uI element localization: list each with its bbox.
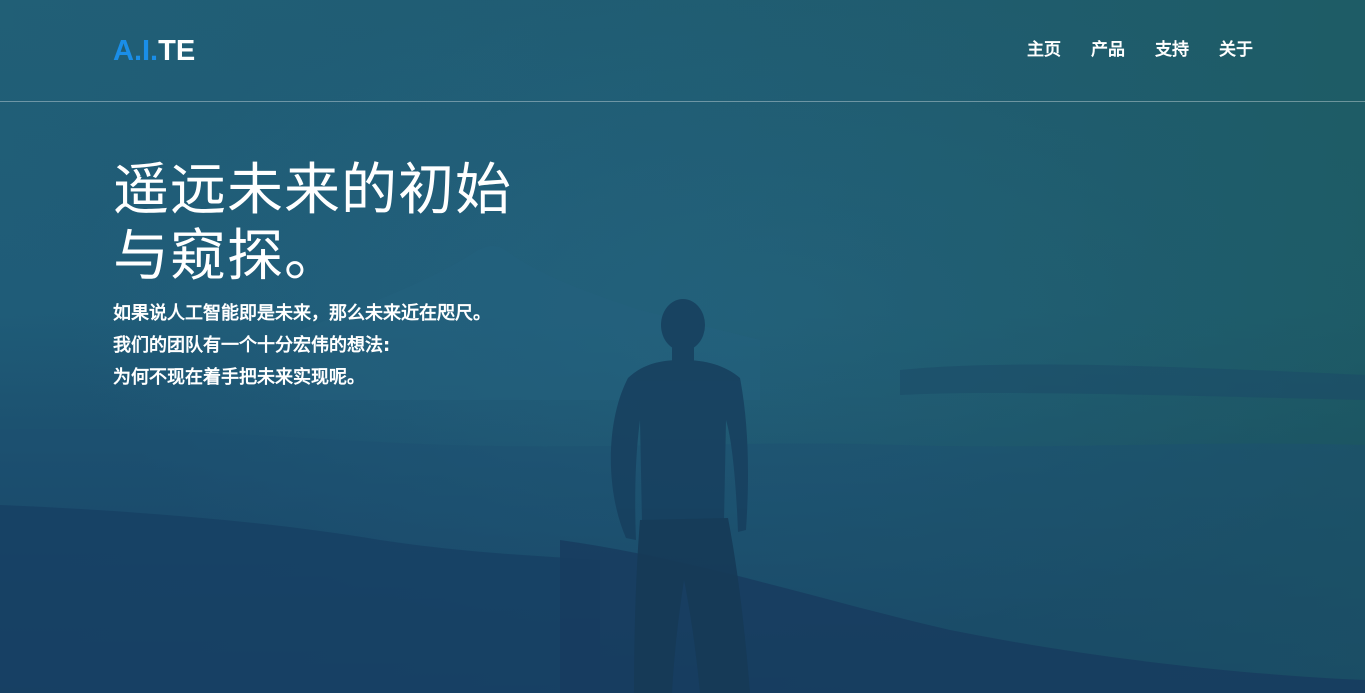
top-navbar: A.I.TE 主页 产品 支持 关于 xyxy=(0,0,1365,102)
brand-logo[interactable]: A.I.TE xyxy=(113,33,195,69)
hero-text-line-3: 为何不现在着手把未来实现呢。 xyxy=(113,367,365,388)
nav-link-support[interactable]: 支持 xyxy=(1155,38,1189,62)
hero-text-line-1: 如果说人工智能即是未来，那么未来近在咫尺。 xyxy=(113,303,491,324)
nav-link-about[interactable]: 关于 xyxy=(1219,38,1253,62)
main-nav: 主页 产品 支持 关于 xyxy=(1027,38,1253,62)
nav-link-home[interactable]: 主页 xyxy=(1027,38,1061,62)
hero-title-line-2: 与窥探。 xyxy=(113,224,341,289)
logo-text: TE xyxy=(158,35,196,67)
hero-section: 遥远未来的初始 与窥探。 如果说人工智能即是未来，那么未来近在咫尺。 我们的团队… xyxy=(113,158,673,394)
hero-text-line-2: 我们的团队有一个十分宏伟的想法: xyxy=(113,335,391,356)
nav-link-products[interactable]: 产品 xyxy=(1091,38,1125,62)
hero-title-line-1: 遥远未来的初始 xyxy=(113,158,512,223)
hero-description: 如果说人工智能即是未来，那么未来近在咫尺。 我们的团队有一个十分宏伟的想法: 为… xyxy=(113,298,673,394)
hero-title: 遥远未来的初始 与窥探。 xyxy=(113,158,673,290)
logo-accent-text: A.I. xyxy=(113,35,159,67)
